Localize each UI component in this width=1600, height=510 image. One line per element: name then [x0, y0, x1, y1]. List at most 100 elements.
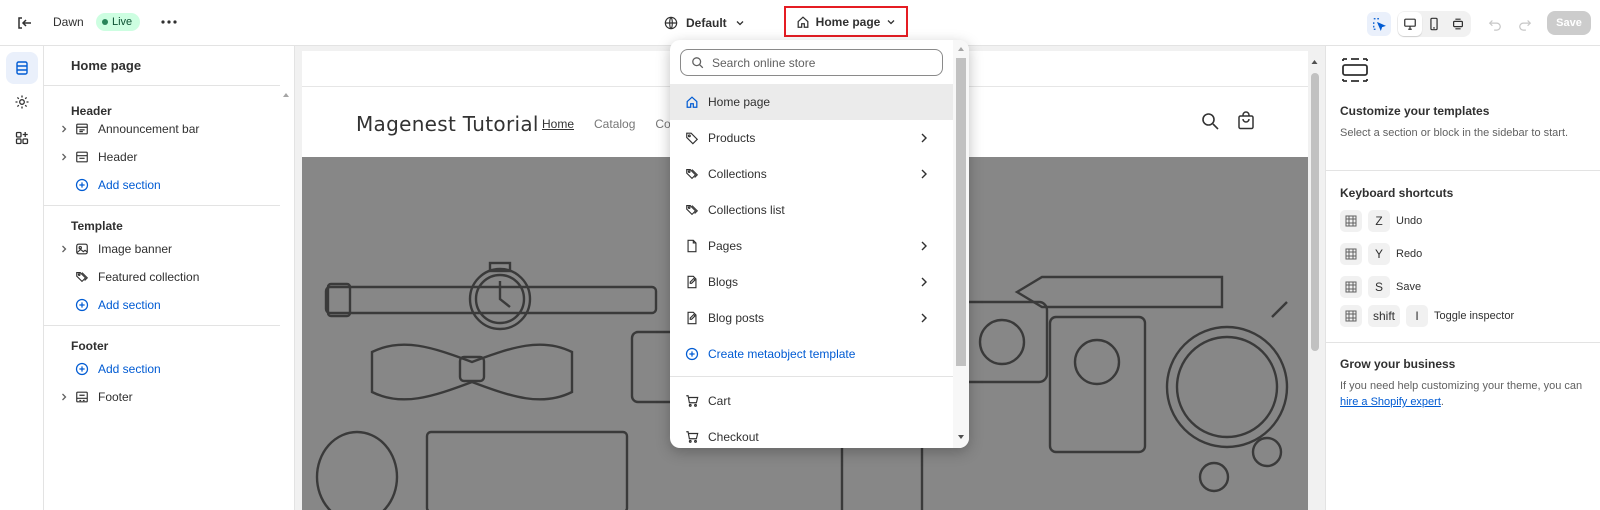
section-featured-collection[interactable]: Featured collection	[44, 264, 280, 290]
page-dropdown: Home page Products Collections Collectio…	[670, 40, 969, 448]
dropdown-scrollbar[interactable]	[953, 40, 969, 448]
chevron-right-icon[interactable]	[58, 392, 70, 402]
shortcut-save: S Save	[1340, 276, 1421, 298]
footer-icon	[74, 389, 90, 405]
globe-icon	[664, 16, 678, 30]
theme-name: Dawn	[53, 15, 84, 29]
customize-title: Customize your templates	[1340, 104, 1490, 118]
chevron-right-icon	[921, 169, 927, 179]
group-heading: Footer	[71, 339, 109, 353]
sections-icon[interactable]	[6, 52, 38, 84]
shortcut-redo: Y Redo	[1340, 243, 1422, 265]
chevron-right-icon[interactable]	[58, 124, 70, 134]
more-actions-icon[interactable]	[158, 12, 180, 32]
device-switcher	[1397, 11, 1471, 37]
chevron-down-icon	[887, 19, 895, 24]
plus-circle-icon	[684, 346, 700, 362]
dropdown-item-checkout[interactable]: Checkout	[670, 419, 953, 448]
add-section-button[interactable]: Add section	[44, 292, 280, 318]
desktop-icon[interactable]	[1398, 12, 1422, 36]
store-nav: Home Catalog Conta	[542, 117, 687, 131]
undo-icon[interactable]	[1483, 12, 1507, 36]
search-icon[interactable]	[1200, 111, 1220, 134]
hire-expert-link[interactable]: hire a Shopify expert	[1340, 396, 1441, 408]
chevron-right-icon	[921, 133, 927, 143]
customize-text: Select a section or block in the sidebar…	[1340, 127, 1569, 139]
tags-icon	[684, 202, 700, 218]
sidebar-scrollbar[interactable]	[280, 86, 292, 510]
shortcut-toggle-inspector: shift I Toggle inspector	[1340, 305, 1514, 327]
chevron-right-icon	[921, 313, 927, 323]
command-key-icon	[1340, 210, 1362, 232]
chevron-right-icon	[921, 277, 927, 287]
cart-icon	[684, 393, 700, 409]
cart-icon[interactable]	[1236, 111, 1256, 134]
command-key-icon	[1340, 276, 1362, 298]
inspector-panel: Customize your templates Select a sectio…	[1325, 46, 1600, 510]
header-icon	[74, 149, 90, 165]
dropdown-item-blog-posts[interactable]: Blog posts	[670, 300, 953, 336]
blog-icon	[684, 274, 700, 290]
plus-circle-icon	[74, 297, 90, 313]
template-group: Template Image banner Featured collectio…	[44, 205, 280, 325]
exit-icon[interactable]	[14, 13, 34, 33]
section-footer[interactable]: Footer	[44, 384, 280, 410]
dropdown-item-collections[interactable]: Collections	[670, 156, 953, 192]
tag-icon	[684, 130, 700, 146]
redo-icon[interactable]	[1513, 12, 1537, 36]
gear-icon[interactable]	[6, 86, 38, 118]
apps-icon[interactable]	[6, 122, 38, 154]
left-rail	[0, 46, 44, 510]
create-metaobject-template-button[interactable]: Create metaobject template	[670, 336, 953, 372]
add-section-button[interactable]: Add section	[44, 356, 280, 382]
status-badge: Live	[96, 13, 141, 31]
chevron-right-icon[interactable]	[58, 152, 70, 162]
search-icon	[692, 57, 704, 69]
fullscreen-icon[interactable]	[1446, 12, 1470, 36]
template-selector[interactable]: Default	[664, 12, 745, 34]
grow-title: Grow your business	[1340, 357, 1456, 371]
dropdown-item-home-page[interactable]: Home page	[670, 84, 953, 120]
search-field[interactable]	[680, 49, 943, 76]
section-announcement-bar[interactable]: Announcement bar	[44, 116, 280, 142]
nav-link-catalog[interactable]: Catalog	[594, 117, 635, 131]
tags-icon	[684, 166, 700, 182]
sidebar-title: Home page	[71, 58, 142, 73]
footer-group: Footer Add section Footer	[44, 325, 280, 510]
grow-text: If you need help customizing your theme,…	[1340, 380, 1583, 408]
cart-icon	[684, 429, 700, 445]
chevron-right-icon	[921, 241, 927, 251]
divider	[670, 376, 953, 377]
search-input[interactable]	[712, 55, 932, 70]
command-key-icon	[1340, 305, 1362, 327]
section-select-icon	[1340, 56, 1370, 87]
image-icon	[74, 241, 90, 257]
blog-icon	[684, 310, 700, 326]
dropdown-item-blogs[interactable]: Blogs	[670, 264, 953, 300]
group-heading: Template	[71, 219, 123, 233]
dropdown-item-pages[interactable]: Pages	[670, 228, 953, 264]
mobile-icon[interactable]	[1422, 12, 1446, 36]
section-header[interactable]: Header	[44, 144, 280, 170]
chevron-down-icon	[736, 21, 744, 26]
save-button[interactable]: Save	[1547, 11, 1591, 35]
shortcut-undo: Z Undo	[1340, 210, 1422, 232]
plus-circle-icon	[74, 361, 90, 377]
plus-circle-icon	[74, 177, 90, 193]
tags-icon	[74, 269, 90, 285]
shortcuts-title: Keyboard shortcuts	[1340, 186, 1454, 200]
nav-link-home[interactable]: Home	[542, 117, 574, 131]
chevron-right-icon[interactable]	[58, 244, 70, 254]
page-selector[interactable]: Home page	[784, 6, 908, 37]
dropdown-item-cart[interactable]: Cart	[670, 383, 953, 419]
preview-scrollbar[interactable]	[1308, 51, 1321, 510]
section-image-banner[interactable]: Image banner	[44, 236, 280, 262]
sections-sidebar: Home page Header Announcement bar Header…	[44, 46, 295, 510]
store-logo[interactable]: Magenest Tutorial	[356, 112, 539, 136]
dropdown-item-products[interactable]: Products	[670, 120, 953, 156]
dropdown-item-collections-list[interactable]: Collections list	[670, 192, 953, 228]
add-section-button[interactable]: Add section	[44, 172, 280, 198]
inspector-toggle-icon[interactable]	[1367, 12, 1391, 36]
page-icon	[684, 238, 700, 254]
header-group: Header Announcement bar Header Add secti…	[44, 85, 280, 205]
